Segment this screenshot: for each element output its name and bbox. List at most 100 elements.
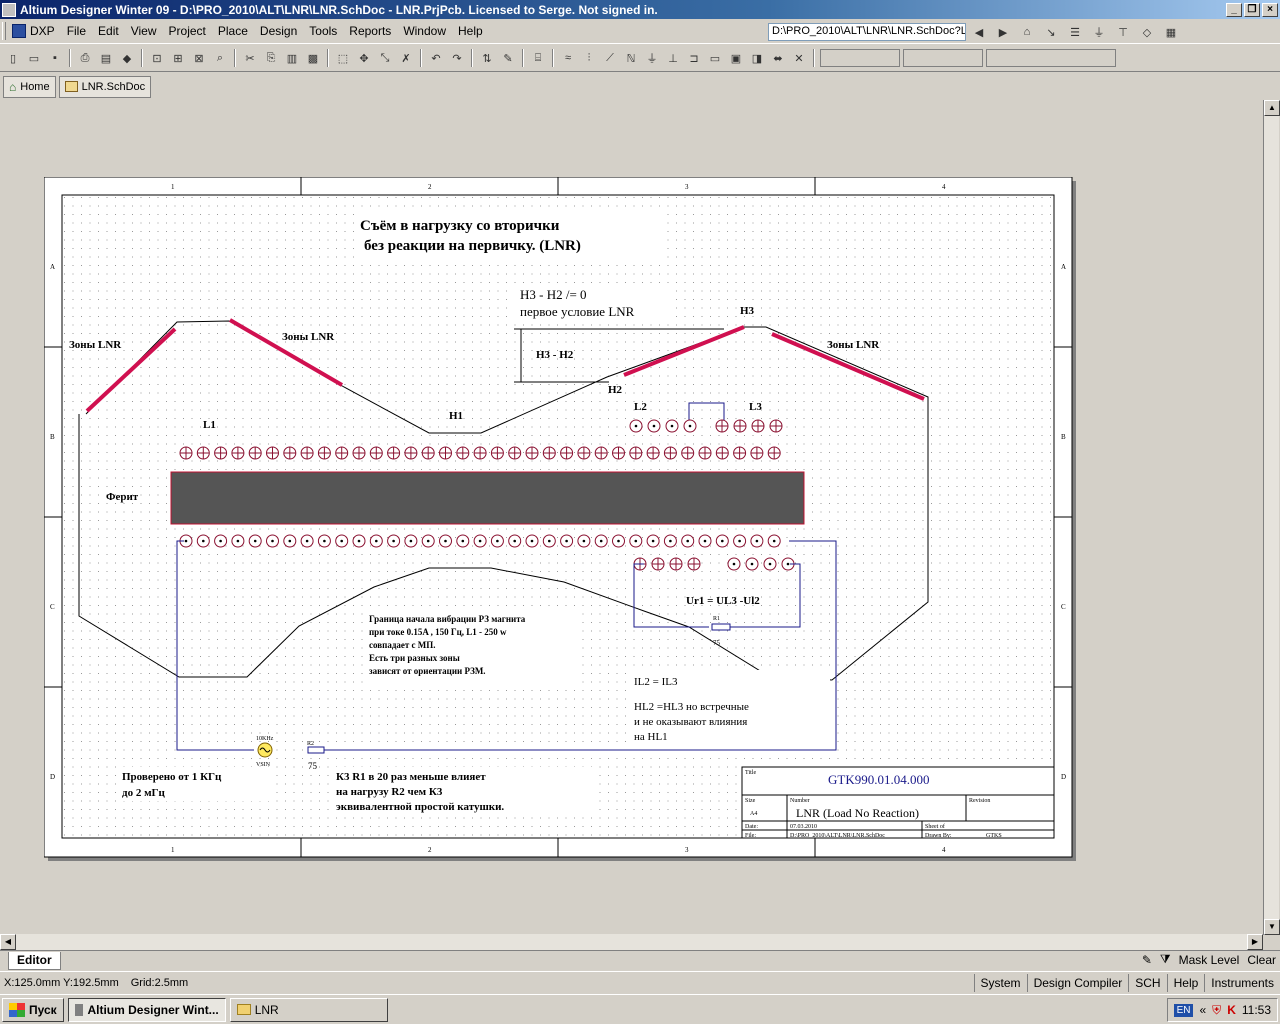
clear-filter-icon[interactable]: ✗ (397, 49, 415, 67)
horizontal-scrollbar[interactable]: ◀ ▶ (0, 934, 1263, 950)
coil-turn-dot (721, 539, 724, 543)
diamond-tool-icon[interactable]: ◇ (1138, 23, 1156, 41)
cross-probe-icon[interactable]: ✎ (499, 49, 517, 67)
zone-label-left: Зоны LNR (69, 339, 122, 351)
resistor-r1[interactable] (711, 623, 731, 631)
layers-icon[interactable]: ◆ (118, 49, 136, 67)
undo-icon[interactable]: ↶ (427, 49, 445, 67)
place-wire-icon[interactable]: ≈ (559, 49, 577, 67)
panel-system[interactable]: System (973, 973, 1027, 992)
tab-lnr-schdoc[interactable]: LNR.SchDoc (58, 75, 152, 98)
restore-button[interactable]: ❐ (1244, 2, 1260, 17)
place-sheet-entry-icon[interactable]: ▣ (727, 49, 745, 67)
power-tool-icon[interactable]: ⊤ (1114, 23, 1132, 41)
paste-icon[interactable]: ▥ (283, 49, 301, 67)
document-path-input[interactable]: D:\PRO_2010\ALT\LNR\LNR.SchDoc?L (768, 23, 966, 41)
browse-library-icon[interactable]: ⌸ (529, 49, 547, 67)
vertical-scrollbar[interactable]: ▲ ▼ (1263, 100, 1280, 935)
coil-turn-dot (357, 539, 361, 543)
antivirus-icon[interactable]: K (1227, 1003, 1236, 1017)
place-ground-icon[interactable]: ⏚ (643, 49, 661, 67)
wire-tool-icon[interactable]: ↘ (1042, 23, 1060, 41)
menu-view[interactable]: View (125, 24, 163, 38)
coil-turn-dot (755, 539, 759, 543)
shield-icon[interactable]: ⛨ (1212, 1003, 1221, 1018)
menu-reports[interactable]: Reports (343, 24, 397, 38)
open-icon[interactable]: ▭ (25, 49, 43, 67)
save-icon[interactable]: ▪ (46, 49, 64, 67)
rubber-stamp-icon[interactable]: ▩ (304, 49, 322, 67)
row-label: C (1061, 603, 1066, 611)
toolbar-combo-1[interactable] (820, 49, 900, 67)
print-icon[interactable]: ⎙ (76, 49, 94, 67)
bus-tool-icon[interactable]: ☰ (1066, 23, 1084, 41)
cut-icon[interactable]: ✂ (241, 49, 259, 67)
schematic-title-line1: Съём в нагрузку со вторички (360, 218, 560, 234)
row-label: D (50, 773, 55, 781)
taskbar-lnr-folder[interactable]: LNR (229, 997, 388, 1022)
panel-help[interactable]: Help (1166, 973, 1205, 992)
forward-icon[interactable]: ▶ (994, 23, 1012, 41)
menu-project[interactable]: Project (163, 24, 212, 38)
place-net-label-icon[interactable]: ℕ (622, 49, 640, 67)
toolbar-combo-3[interactable] (986, 49, 1116, 67)
schematic-sheet[interactable]: 1 2 3 4 1 2 3 4 A B C D A B C D Съём в н… (43, 176, 1076, 864)
tab-home[interactable]: ⌂ Home (3, 75, 56, 98)
resistor-r2[interactable] (307, 746, 325, 754)
toolbar-combo-2[interactable] (903, 49, 983, 67)
hl-line: на HL1 (634, 731, 668, 743)
zoom-dropdown-icon[interactable]: ⌕ (211, 49, 229, 67)
clear-button[interactable]: Clear (1247, 953, 1276, 967)
language-indicator[interactable]: EN (1173, 1003, 1194, 1017)
place-port-icon[interactable]: ⬌ (769, 49, 787, 67)
select-area-icon[interactable]: ⬚ (334, 49, 352, 67)
back-icon[interactable]: ◀ (970, 23, 988, 41)
place-sheet-symbol-icon[interactable]: ▭ (706, 49, 724, 67)
hierarchy-icon[interactable]: ⇅ (478, 49, 496, 67)
place-bus-icon[interactable]: ⫶ (580, 49, 598, 67)
close-button[interactable]: × (1262, 2, 1278, 17)
new-icon[interactable]: ▯ (4, 49, 22, 67)
minimize-button[interactable]: _ (1226, 2, 1242, 17)
print-preview-icon[interactable]: ▤ (97, 49, 115, 67)
place-no-erc-icon[interactable]: ✕ (790, 49, 808, 67)
zoom-fit-icon[interactable]: ⊡ (148, 49, 166, 67)
scroll-left-button[interactable]: ◀ (0, 934, 16, 950)
place-part-icon[interactable]: ⊐ (685, 49, 703, 67)
zoom-area-icon[interactable]: ⊞ (169, 49, 187, 67)
menu-edit[interactable]: Edit (92, 24, 125, 38)
menu-help[interactable]: Help (452, 24, 489, 38)
panel-design-compiler[interactable]: Design Compiler (1026, 973, 1129, 992)
deselect-icon[interactable]: ⤡ (376, 49, 394, 67)
zoom-selected-icon[interactable]: ⊠ (190, 49, 208, 67)
menu-tools[interactable]: Tools (303, 24, 343, 38)
panel-sch[interactable]: SCH (1128, 973, 1166, 992)
redo-icon[interactable]: ↷ (448, 49, 466, 67)
taskbar-altium[interactable]: Altium Designer Wint... (67, 997, 226, 1022)
move-icon[interactable]: ✥ (355, 49, 373, 67)
filter-icon[interactable]: ⧩ (1160, 952, 1171, 967)
ground-tool-icon[interactable]: ⏚ (1090, 23, 1108, 41)
place-bus-entry-icon[interactable]: ⟋ (601, 49, 619, 67)
scroll-down-button[interactable]: ▼ (1264, 919, 1280, 935)
menu-window[interactable]: Window (397, 24, 452, 38)
place-device-sheet-icon[interactable]: ◨ (748, 49, 766, 67)
coil-turn-dot (634, 539, 638, 543)
scroll-up-button[interactable]: ▲ (1264, 100, 1280, 116)
brush-icon[interactable]: ✎ (1142, 953, 1152, 967)
start-button[interactable]: Пуск (2, 997, 64, 1022)
place-vcc-icon[interactable]: ⊥ (664, 49, 682, 67)
panel-instruments[interactable]: Instruments (1204, 973, 1280, 992)
menu-dxp[interactable]: DXP (6, 24, 61, 38)
editor-tab[interactable]: Editor (8, 951, 61, 970)
menu-place[interactable]: Place (212, 24, 254, 38)
menu-file[interactable]: File (61, 24, 92, 38)
tray-expand-icon[interactable]: « (1199, 1003, 1206, 1017)
scroll-right-button[interactable]: ▶ (1247, 934, 1263, 950)
menu-design[interactable]: Design (254, 24, 303, 38)
navigation-icons: ◀ ▶ ⌂ ↘ ☰ ⏚ ⊤ ◇ ▦ (970, 23, 1180, 41)
grid-tool-icon[interactable]: ▦ (1162, 23, 1180, 41)
home-nav-icon[interactable]: ⌂ (1018, 23, 1036, 41)
copy-icon[interactable]: ⎘ (262, 49, 280, 67)
mask-level-button[interactable]: Mask Level (1179, 953, 1240, 967)
